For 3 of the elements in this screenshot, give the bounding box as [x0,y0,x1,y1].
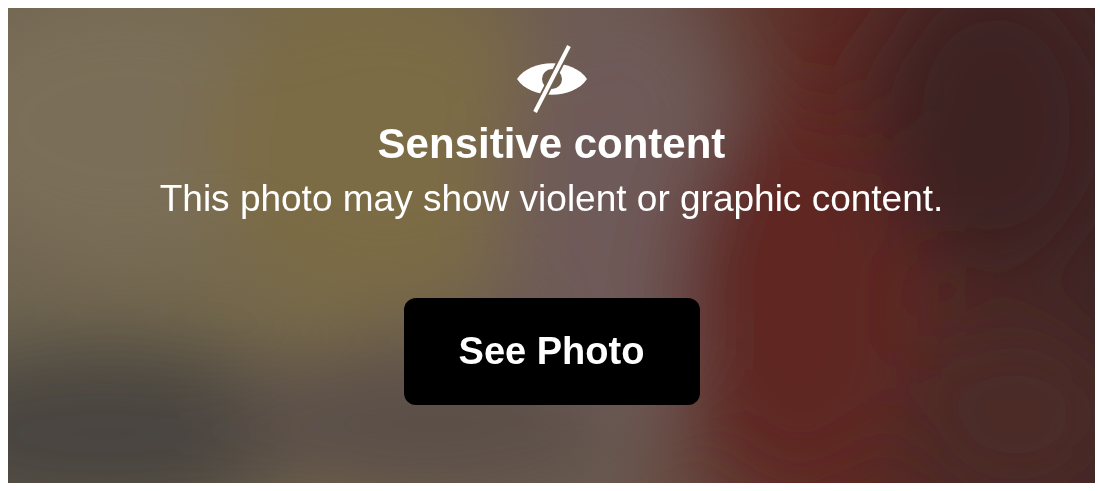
notice-title: Sensitive content [377,119,726,169]
see-photo-button[interactable]: See Photo [403,298,700,405]
notice-message: This photo may show violent or graphic content. [159,177,944,221]
